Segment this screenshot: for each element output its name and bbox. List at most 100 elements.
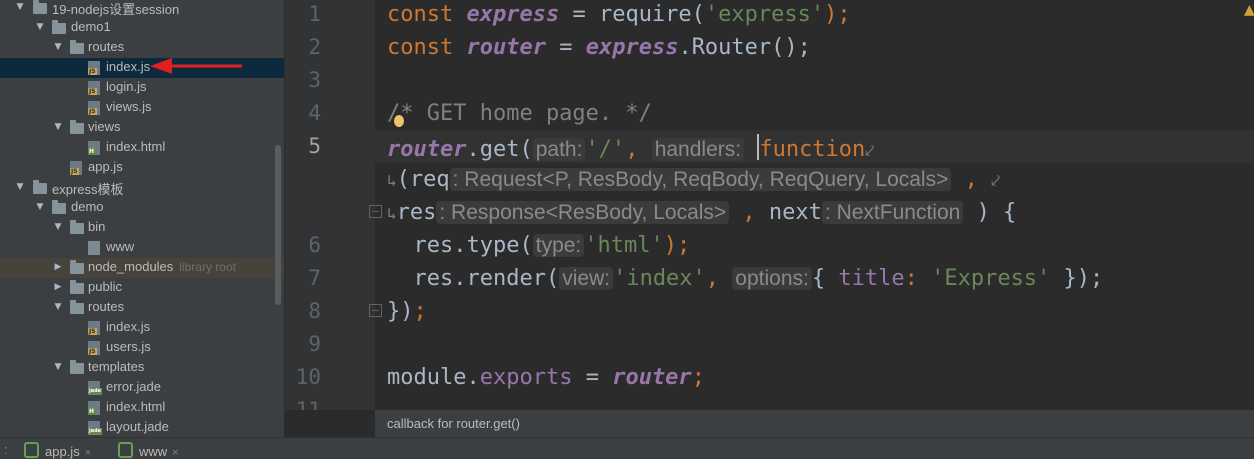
tree-item-label: demo1 xyxy=(71,19,111,34)
tab-label: app.js xyxy=(45,444,80,459)
tree-item-views[interactable]: ▼ views xyxy=(0,118,284,138)
token-punct: ); xyxy=(824,2,851,27)
chevron-down-icon[interactable]: ▼ xyxy=(53,41,63,53)
token-operator: = xyxy=(545,35,586,60)
tree-item-users-js[interactable]: JS users.js xyxy=(0,338,284,358)
tree-item-index-html-2[interactable]: H index.html xyxy=(0,398,284,418)
tree-item-views-js[interactable]: JS views.js xyxy=(0,98,284,118)
inlay-hint-view: view: xyxy=(559,267,614,290)
chevron-down-icon[interactable]: ▼ xyxy=(35,201,45,213)
tree-scrollbar[interactable] xyxy=(275,145,281,305)
tree-item-www[interactable]: www xyxy=(0,238,284,258)
js-file-icon: JS xyxy=(88,321,102,335)
inlay-hint-handlers: handlers: xyxy=(651,138,745,161)
line-number: 9 xyxy=(308,332,321,356)
chevron-down-icon[interactable]: ▼ xyxy=(53,221,63,233)
close-icon[interactable]: × xyxy=(172,447,178,459)
token-keyword: const xyxy=(387,35,454,60)
fold-marker-icon[interactable] xyxy=(369,304,382,317)
wrap-icon: ↳ xyxy=(387,204,397,223)
chevron-right-icon[interactable]: ▶ xyxy=(53,281,63,293)
tree-item-label: node_modules library root xyxy=(88,259,236,274)
token-keyword: const xyxy=(387,2,454,27)
tree-item-login-js[interactable]: JS login.js xyxy=(0,78,284,98)
token-colon: : xyxy=(904,266,932,291)
chevron-down-icon[interactable]: ▼ xyxy=(53,361,63,373)
chevron-down-icon[interactable]: ▼ xyxy=(35,21,45,33)
tree-item-error-jade[interactable]: jade error.jade xyxy=(0,378,284,398)
line-number: 2 xyxy=(308,35,321,59)
tree-item-demo[interactable]: ▼ demo xyxy=(0,198,284,218)
breadcrumb-text[interactable]: callback for router.get() xyxy=(387,416,520,431)
inlay-hint-path: path: xyxy=(532,138,586,161)
tree-item-routes[interactable]: ▼ routes xyxy=(0,38,284,58)
tree-item-label: bin xyxy=(88,219,106,234)
token-comma: , xyxy=(625,137,639,162)
inlay-hint-options: options: xyxy=(732,267,812,290)
tree-item-19-nodejs[interactable]: ▼ 19-nodejs设置session xyxy=(0,0,284,18)
token-punct: { xyxy=(811,266,839,291)
token-string: '/' xyxy=(585,137,626,162)
js-file-icon: JS xyxy=(70,161,84,175)
tree-item-demo1[interactable]: ▼ demo1 xyxy=(0,18,284,38)
wrap-icon: ⤦ xyxy=(991,171,1001,190)
token-method: .get( xyxy=(466,137,533,162)
tree-item-templates[interactable]: ▼ templates xyxy=(0,358,284,378)
token-punct: ); xyxy=(663,233,691,258)
token-object: express xyxy=(585,35,679,60)
code-line-1: const express = require('express'); xyxy=(387,2,851,27)
tab-overflow-icon[interactable]: : xyxy=(4,442,8,457)
tree-item-public[interactable]: ▶ public xyxy=(0,278,284,298)
chevron-down-icon[interactable]: ▼ xyxy=(15,181,25,193)
tree-item-label: index.js xyxy=(106,59,151,74)
code-line-8: }); xyxy=(387,299,427,324)
chevron-down-icon[interactable]: ▼ xyxy=(53,121,63,133)
tree-item-layout-jade[interactable]: jade layout.jade xyxy=(0,418,284,437)
inlay-hint-next: : NextFunction xyxy=(821,201,964,224)
folder-icon xyxy=(52,20,66,35)
line-number: 11 xyxy=(295,398,321,410)
tree-item-label: 19-nodejs设置session xyxy=(52,2,180,17)
folder-icon xyxy=(70,360,84,375)
tree-item-express-template[interactable]: ▼ express模板 xyxy=(0,178,284,198)
token-punct: ) { xyxy=(976,200,1017,225)
jade-file-icon: jade xyxy=(88,381,103,395)
tree-item-index-js-2[interactable]: JS index.js xyxy=(0,318,284,338)
tree-item-label: routes xyxy=(88,299,125,314)
folder-icon xyxy=(70,40,84,55)
tree-item-node-modules[interactable]: ▶ node_modules library root xyxy=(0,258,284,278)
chevron-down-icon[interactable]: ▼ xyxy=(53,301,63,313)
line-number: 8 xyxy=(308,299,321,323)
html-file-icon: H xyxy=(88,401,102,415)
tree-item-label: www xyxy=(106,239,135,254)
token-dot: . xyxy=(466,365,480,390)
token-variable: router xyxy=(612,365,692,390)
tree-item-label: index.js xyxy=(106,319,151,334)
folder-icon xyxy=(70,220,84,235)
chevron-right-icon[interactable]: ▶ xyxy=(53,261,63,273)
close-icon[interactable]: × xyxy=(85,447,91,459)
warning-icon[interactable]: ▲ xyxy=(1244,2,1254,18)
fold-marker-icon[interactable] xyxy=(369,205,382,218)
folder-icon xyxy=(70,260,84,275)
nodejs-icon xyxy=(24,442,39,458)
chevron-down-icon[interactable]: ▼ xyxy=(15,1,25,13)
code-line-5-wrap-1: ↳(req: Request<P, ResBody, ReqBody, ReqQ… xyxy=(387,167,1000,192)
token-method: .render( xyxy=(453,266,560,291)
tab-app-js[interactable]: app.js × xyxy=(24,442,91,459)
code-line-7: res.render(view:'index', options:{ title… xyxy=(387,266,1104,291)
annotation-arrow-icon xyxy=(150,58,242,74)
line-number: 1 xyxy=(308,2,321,26)
line-number: 7 xyxy=(308,266,321,290)
folder-icon xyxy=(70,120,84,135)
tree-item-index-html[interactable]: H index.html xyxy=(0,138,284,158)
tab-www[interactable]: www × xyxy=(118,442,179,459)
js-file-icon: JS xyxy=(88,61,102,75)
tree-item-app-js[interactable]: JS app.js xyxy=(0,158,284,178)
token-object: res xyxy=(413,266,454,291)
tree-item-routes-2[interactable]: ▼ routes xyxy=(0,298,284,318)
tree-item-bin[interactable]: ▼ bin xyxy=(0,218,284,238)
token-operator: = xyxy=(559,2,599,27)
token-comma: , xyxy=(705,266,720,291)
token-comma: , xyxy=(964,167,978,192)
